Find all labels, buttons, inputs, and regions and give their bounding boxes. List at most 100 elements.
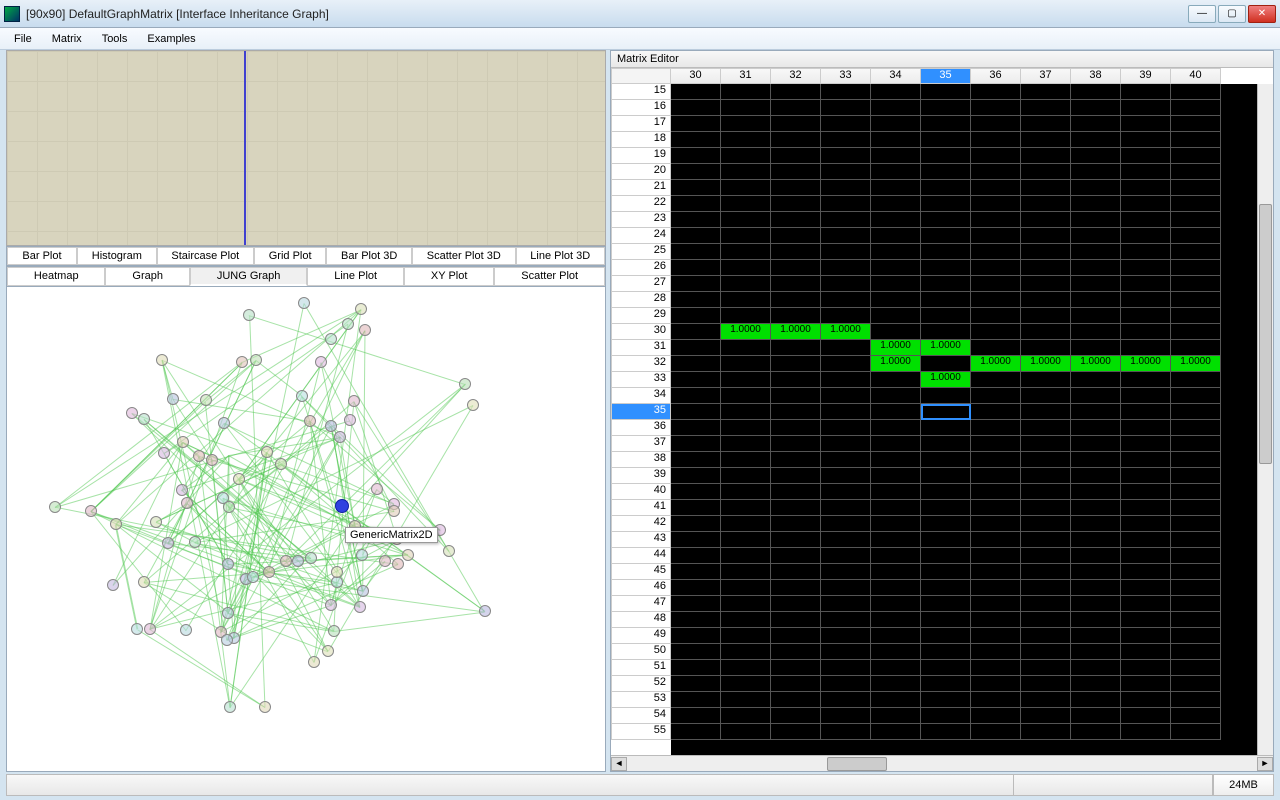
matrix-cell[interactable] [1071, 100, 1121, 116]
matrix-cell[interactable] [1121, 436, 1171, 452]
matrix-cell[interactable] [1171, 372, 1221, 388]
matrix-cell[interactable] [871, 196, 921, 212]
row-header[interactable]: 49 [611, 628, 671, 644]
matrix-cell[interactable] [921, 644, 971, 660]
matrix-cell[interactable] [921, 132, 971, 148]
row-header[interactable]: 20 [611, 164, 671, 180]
matrix-cell[interactable] [771, 244, 821, 260]
matrix-cell[interactable] [921, 244, 971, 260]
matrix-cell[interactable] [671, 276, 721, 292]
row-header[interactable]: 45 [611, 564, 671, 580]
matrix-cell[interactable] [971, 644, 1021, 660]
matrix-cell[interactable] [921, 324, 971, 340]
matrix-cell[interactable] [871, 532, 921, 548]
matrix-cell[interactable] [1021, 548, 1071, 564]
matrix-cell[interactable] [921, 516, 971, 532]
matrix-cell[interactable] [771, 516, 821, 532]
matrix-cell[interactable] [921, 676, 971, 692]
row-header[interactable]: 48 [611, 612, 671, 628]
matrix-cell[interactable] [1021, 596, 1071, 612]
matrix-cell[interactable] [1121, 580, 1171, 596]
matrix-cell[interactable] [671, 260, 721, 276]
matrix-cell[interactable] [871, 708, 921, 724]
matrix-cell[interactable] [921, 548, 971, 564]
matrix-cell[interactable] [1021, 164, 1071, 180]
matrix-cell[interactable] [921, 276, 971, 292]
matrix-cell[interactable] [971, 308, 1021, 324]
matrix-cell[interactable]: 1.0000 [971, 356, 1021, 372]
matrix-cell[interactable] [721, 100, 771, 116]
graph-node[interactable] [176, 484, 188, 496]
matrix-cell[interactable] [671, 324, 721, 340]
matrix-cell[interactable] [871, 564, 921, 580]
matrix-cell[interactable] [1071, 260, 1121, 276]
matrix-cell[interactable] [671, 676, 721, 692]
matrix-cell[interactable] [671, 692, 721, 708]
graph-node[interactable] [110, 518, 122, 530]
matrix-cell[interactable] [1071, 612, 1121, 628]
matrix-cell[interactable] [1121, 292, 1171, 308]
graph-node[interactable] [402, 549, 414, 561]
matrix-cell[interactable] [1071, 452, 1121, 468]
matrix-cell[interactable] [1021, 580, 1071, 596]
matrix-cell[interactable] [921, 292, 971, 308]
column-header[interactable]: 32 [771, 68, 821, 84]
matrix-cell[interactable] [1171, 388, 1221, 404]
graph-node[interactable] [355, 303, 367, 315]
graph-node[interactable] [344, 414, 356, 426]
matrix-cell[interactable] [821, 180, 871, 196]
graph-node[interactable] [49, 501, 61, 513]
matrix-cell[interactable] [1071, 708, 1121, 724]
matrix-cell[interactable] [721, 564, 771, 580]
matrix-cell[interactable] [1121, 548, 1171, 564]
matrix-cell[interactable] [1021, 500, 1071, 516]
matrix-cell[interactable] [1021, 516, 1071, 532]
matrix-cell[interactable] [971, 100, 1021, 116]
matrix-cell[interactable] [771, 228, 821, 244]
matrix-cell[interactable] [871, 212, 921, 228]
graph-node[interactable] [325, 333, 337, 345]
matrix-cell[interactable] [721, 468, 771, 484]
matrix-cell[interactable] [971, 612, 1021, 628]
matrix-cell[interactable] [971, 132, 1021, 148]
column-header[interactable]: 39 [1121, 68, 1171, 84]
graph-node[interactable] [298, 297, 310, 309]
matrix-cell[interactable] [771, 196, 821, 212]
matrix-cell[interactable] [721, 116, 771, 132]
column-header[interactable]: 38 [1071, 68, 1121, 84]
matrix-cell[interactable] [1021, 276, 1071, 292]
matrix-cell[interactable] [721, 356, 771, 372]
matrix-cell[interactable] [721, 580, 771, 596]
graph-node[interactable] [304, 415, 316, 427]
graph-node[interactable] [392, 558, 404, 570]
row-header[interactable]: 19 [611, 148, 671, 164]
matrix-cell[interactable] [671, 228, 721, 244]
matrix-cell[interactable] [1121, 388, 1171, 404]
matrix-cell[interactable] [721, 388, 771, 404]
menu-matrix[interactable]: Matrix [44, 31, 90, 47]
matrix-cell[interactable] [971, 116, 1021, 132]
matrix-cell[interactable] [821, 84, 871, 100]
matrix-cell[interactable] [671, 596, 721, 612]
matrix-cell[interactable] [671, 292, 721, 308]
matrix-cell[interactable] [771, 468, 821, 484]
matrix-cell[interactable] [971, 324, 1021, 340]
matrix-cell[interactable] [721, 404, 771, 420]
matrix-cell[interactable] [1171, 532, 1221, 548]
tab-histogram[interactable]: Histogram [77, 247, 157, 265]
matrix-cell[interactable] [1071, 516, 1121, 532]
matrix-cell[interactable] [1071, 388, 1121, 404]
row-header[interactable]: 44 [611, 548, 671, 564]
matrix-cell[interactable] [671, 84, 721, 100]
row-header[interactable]: 17 [611, 116, 671, 132]
row-header[interactable]: 33 [611, 372, 671, 388]
matrix-cell[interactable] [921, 724, 971, 740]
matrix-cell[interactable] [1171, 228, 1221, 244]
row-header[interactable]: 34 [611, 388, 671, 404]
matrix-cell[interactable] [771, 420, 821, 436]
matrix-cell[interactable] [771, 148, 821, 164]
matrix-cell[interactable] [771, 548, 821, 564]
matrix-cell[interactable] [971, 404, 1021, 420]
graph-node[interactable] [259, 701, 271, 713]
graph-node[interactable] [322, 645, 334, 657]
